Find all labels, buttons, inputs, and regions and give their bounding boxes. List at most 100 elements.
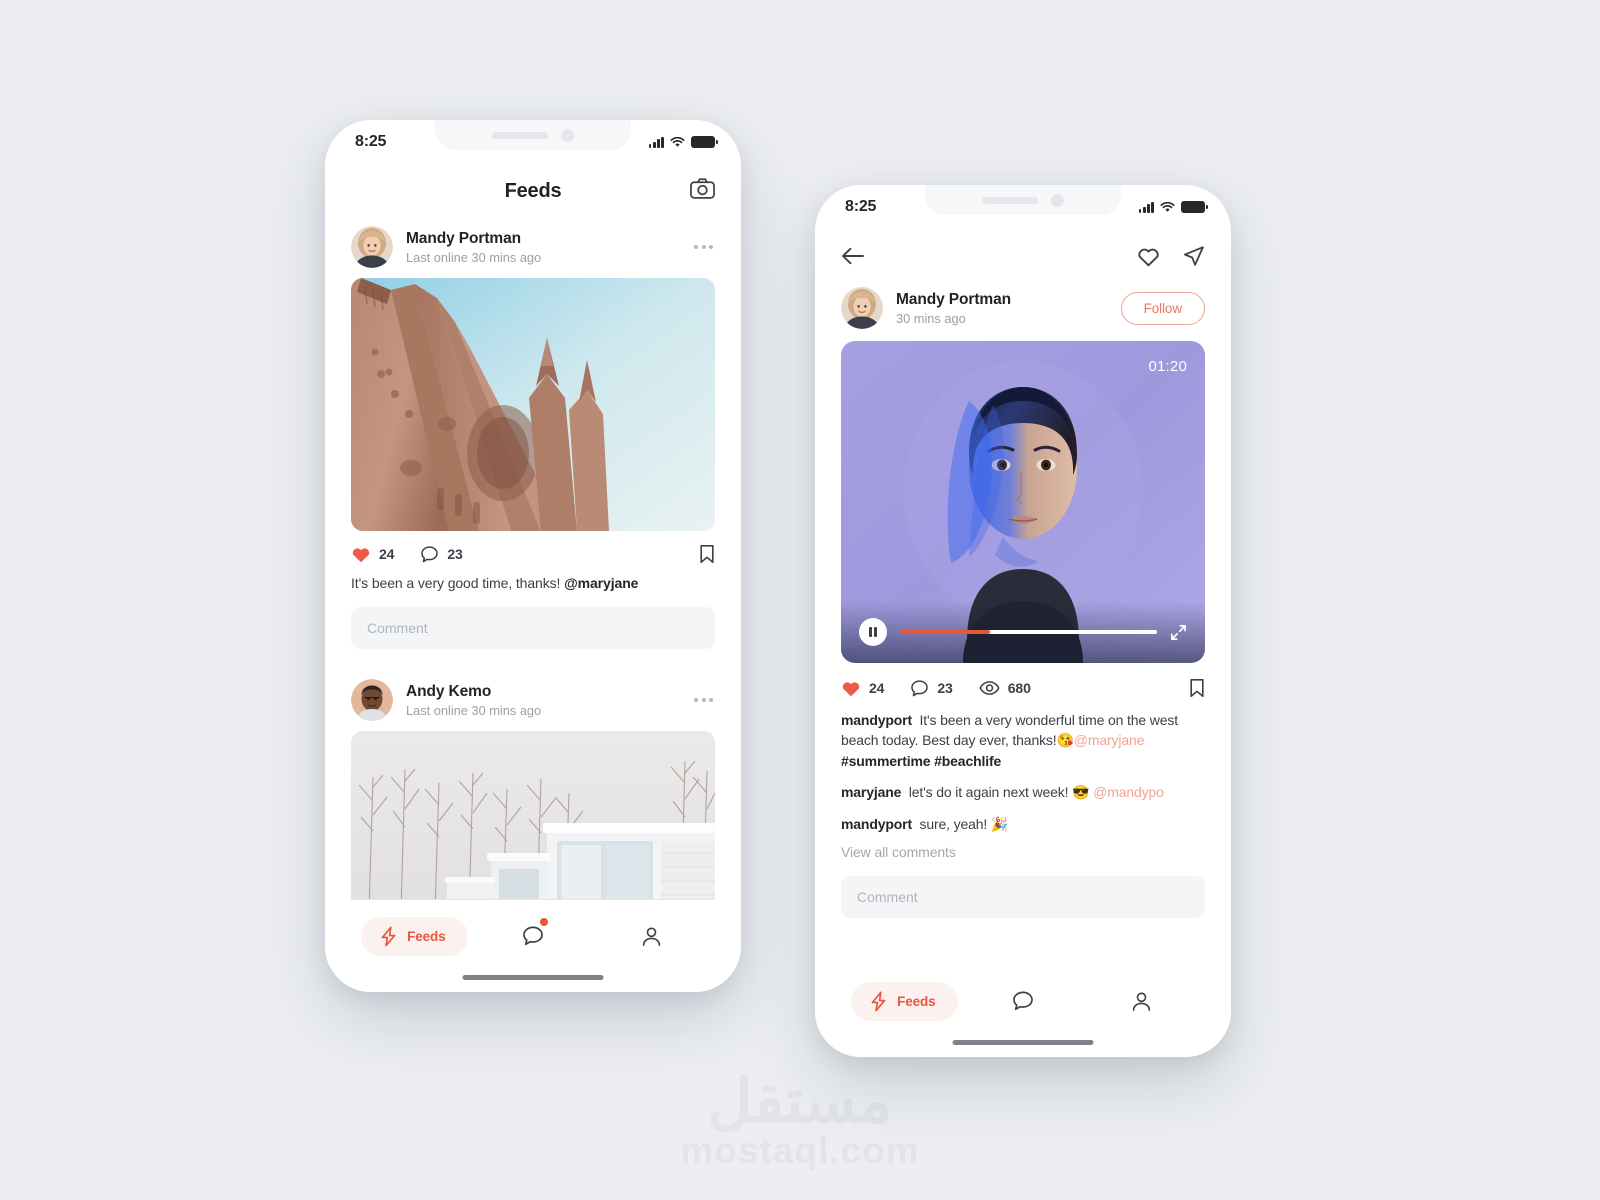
lightning-bolt-icon — [871, 991, 886, 1011]
post-caption: It's been a very good time, thanks! @mar… — [325, 564, 741, 593]
nav-item-profile[interactable] — [1082, 979, 1201, 1023]
comment-bubble-icon — [911, 679, 929, 696]
post-user-meta: Mandy Portman Last online 30 mins ago — [406, 229, 679, 266]
post-user-meta: Mandy Portman 30 mins ago — [896, 290, 1108, 327]
more-options-icon[interactable] — [692, 692, 715, 708]
like-button[interactable]: 24 — [351, 545, 394, 563]
heart-outline-icon[interactable] — [1137, 246, 1160, 267]
caption-mention[interactable]: @maryjane — [564, 575, 638, 591]
comment-thread: mandyport It's been a very wonderful tim… — [815, 698, 1231, 860]
comment-count: 23 — [937, 680, 953, 696]
avatar[interactable] — [841, 287, 883, 329]
pause-icon[interactable] — [859, 618, 887, 646]
comment-input[interactable]: Comment — [351, 607, 715, 650]
nav-item-feeds[interactable]: Feeds — [845, 979, 964, 1023]
nav-label-feeds: Feeds — [897, 993, 936, 1009]
status-time: 8:25 — [355, 133, 387, 150]
wifi-icon — [670, 136, 685, 147]
video-timer: 01:20 — [1148, 358, 1187, 375]
home-indicator — [952, 1039, 1094, 1045]
comment-placeholder: Comment — [367, 620, 428, 637]
phone-mockup-feeds: 8:25 Feeds Mandy Portman Last online 30 … — [325, 120, 741, 992]
status-time: 8:25 — [845, 198, 877, 215]
post-stats-row: 24 23 680 — [815, 663, 1231, 698]
bookmark-button[interactable] — [1189, 678, 1205, 698]
comment-item: mandyport It's been a very wonderful tim… — [841, 710, 1205, 771]
post-username: Mandy Portman — [896, 290, 1011, 308]
comment-username[interactable]: mandyport — [841, 816, 912, 832]
avatar[interactable] — [351, 679, 393, 722]
feeds-screen: Feeds Mandy Portman Last online 30 mins … — [325, 164, 741, 992]
heart-filled-icon — [352, 548, 370, 563]
view-all-comments-link[interactable]: View all comments — [841, 844, 1205, 860]
comment-emoji: 😘 — [1056, 732, 1074, 749]
wifi-icon — [1160, 201, 1175, 212]
post-detail-screen: Mandy Portman 30 mins ago Follow 01:20 2… — [815, 229, 1231, 1057]
comment-mention[interactable]: @mandypo — [1093, 784, 1164, 800]
nav-label-feeds: Feeds — [407, 928, 446, 944]
bookmark-icon — [700, 545, 714, 563]
post-timestamp: Last online 30 mins ago — [406, 250, 542, 266]
fullscreen-expand-icon[interactable] — [1170, 624, 1187, 641]
post-user-meta: Andy Kemo Last online 30 mins ago — [406, 682, 679, 719]
comment-placeholder: Comment — [857, 889, 918, 906]
views-indicator: 680 — [979, 680, 1031, 696]
camera-icon[interactable] — [690, 178, 715, 205]
detail-bar-actions — [1137, 245, 1205, 267]
nav-pill-active: Feeds — [851, 981, 958, 1021]
post-image-cathedral[interactable] — [351, 278, 715, 531]
post-timestamp: Last online 30 mins ago — [406, 703, 542, 719]
watermark: مستقل mostaql.com — [0, 1069, 1600, 1172]
comment-input[interactable]: Comment — [841, 876, 1205, 919]
bookmark-icon — [1190, 679, 1204, 697]
post-image-winter-house[interactable] — [351, 731, 715, 912]
post-header: Andy Kemo Last online 30 mins ago — [325, 671, 741, 731]
post-username: Andy Kemo — [406, 682, 492, 700]
home-indicator — [462, 974, 604, 980]
post-username: Mandy Portman — [406, 229, 521, 247]
post-timestamp: 30 mins ago — [896, 311, 966, 327]
post-header: Mandy Portman Last online 30 mins ago — [325, 218, 741, 278]
follow-button[interactable]: Follow — [1120, 291, 1205, 325]
watermark-latin: mostaql.com — [680, 1130, 920, 1171]
comment-count: 23 — [447, 546, 463, 562]
nav-item-feeds[interactable]: Feeds — [355, 914, 474, 958]
app-bar: Feeds — [325, 164, 741, 218]
battery-icon — [1181, 201, 1208, 213]
comment-mention[interactable]: @maryjane — [1074, 732, 1145, 748]
person-icon — [642, 926, 661, 946]
like-count: 24 — [869, 680, 885, 696]
bookmark-button[interactable] — [699, 544, 715, 564]
notification-badge — [540, 918, 549, 926]
comment-username[interactable]: maryjane — [841, 784, 901, 800]
avatar[interactable] — [351, 226, 393, 268]
comment-username[interactable]: mandyport — [841, 712, 912, 728]
like-count: 24 — [379, 546, 395, 562]
comment-emoji: 😎 — [1072, 784, 1090, 801]
post-engagement-row: 24 23 — [325, 531, 741, 564]
nav-item-messages[interactable] — [964, 979, 1083, 1023]
like-button[interactable]: 24 — [841, 679, 884, 697]
back-arrow-icon[interactable] — [841, 247, 865, 265]
comment-bubble-icon — [1013, 991, 1033, 1011]
video-progress-bar[interactable] — [900, 629, 1157, 635]
video-controls — [841, 601, 1205, 663]
view-count: 680 — [1007, 680, 1031, 696]
comment-emoji: 🎉 — [990, 815, 1009, 832]
nav-item-messages[interactable] — [474, 914, 593, 958]
comment-text: let's do it again next week! — [908, 784, 1069, 801]
video-player[interactable]: 01:20 — [841, 341, 1205, 663]
comment-text: sure, yeah! — [919, 815, 988, 832]
heart-filled-icon — [842, 682, 860, 697]
comment-button[interactable]: 23 — [420, 545, 463, 564]
detail-top-bar — [815, 229, 1231, 283]
nav-item-profile[interactable] — [592, 914, 711, 958]
comment-button[interactable]: 23 — [910, 679, 953, 698]
comment-bubble-icon — [523, 926, 543, 946]
more-options-icon[interactable] — [692, 239, 715, 255]
video-progress-fill — [900, 629, 990, 635]
comment-hashtags[interactable]: #summertime #beachlife — [841, 753, 1001, 769]
send-paper-plane-icon[interactable] — [1182, 245, 1205, 267]
comment-item: maryjane let's do it again next week! 😎 … — [841, 782, 1205, 802]
